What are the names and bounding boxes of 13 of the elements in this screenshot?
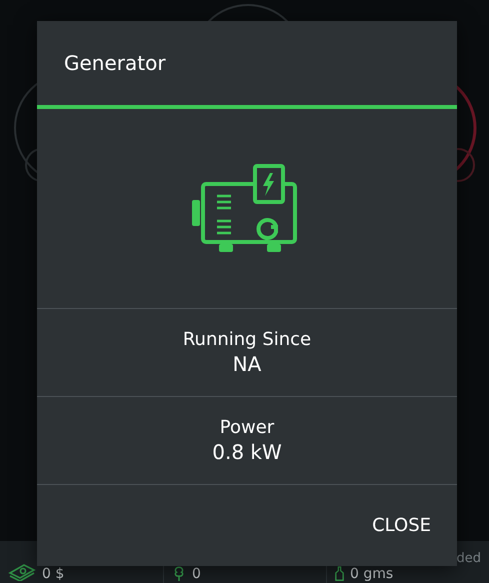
close-button[interactable]: CLOSE (368, 507, 435, 544)
dialog-title: Generator (63, 50, 167, 77)
field-value: 0.8 kW (212, 440, 282, 464)
field-label: Power (220, 417, 274, 438)
field-label: Running Since (182, 329, 312, 350)
stat-value: 0 (192, 566, 201, 582)
stat-value: 0 gms (350, 566, 394, 582)
stat-label: ded (456, 551, 481, 566)
stat-value: 0 $ (42, 566, 64, 582)
bottle-icon (335, 566, 344, 581)
field-value: NA (232, 352, 262, 376)
tree-icon (172, 566, 186, 581)
money-icon (8, 561, 36, 581)
